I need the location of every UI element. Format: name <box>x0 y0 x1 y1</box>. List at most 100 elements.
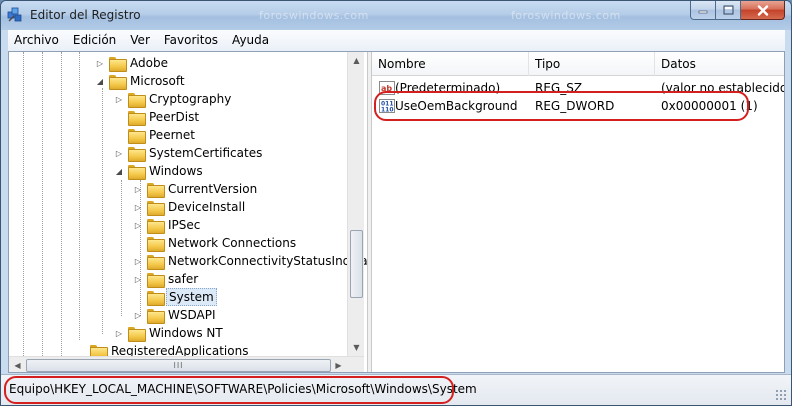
scroll-up-icon[interactable]: ▲ <box>348 52 365 69</box>
tree-item-peerdist[interactable]: PeerDist <box>114 108 201 126</box>
registry-editor-window: Editor del Registro foroswindows.com for… <box>0 0 792 406</box>
tree-item-label: CurrentVersion <box>168 182 258 196</box>
folder-icon <box>147 182 165 198</box>
menu-ver[interactable]: Ver <box>123 30 157 51</box>
tree-item-label: SystemCertificates <box>149 146 263 160</box>
tree-item-label: safer <box>168 272 199 286</box>
tree-horizontal-scroll-thumb[interactable]: III <box>26 359 331 372</box>
tree-item-label: Adobe <box>130 56 168 70</box>
menu-archivo[interactable]: Archivo <box>8 30 66 51</box>
tree-item-windows[interactable]: ◢ Windows <box>114 162 205 180</box>
scroll-grip-label: III <box>173 361 184 370</box>
collapsed-arrow-icon[interactable]: ▷ <box>133 310 143 320</box>
maximize-icon <box>723 5 733 15</box>
tree-item-label: NetworkConnectivityStatusIndicat <box>168 254 367 268</box>
tree-item-label-selected: System <box>166 288 217 306</box>
tree-item-system[interactable]: System <box>133 288 217 306</box>
collapsed-arrow-icon[interactable]: ▷ <box>95 58 105 68</box>
tree-item-systemcertificates[interactable]: ▷ SystemCertificates <box>114 144 264 162</box>
collapsed-arrow-icon[interactable]: ▷ <box>114 328 124 338</box>
highlight-annotation <box>374 91 749 121</box>
tree-guide <box>79 52 80 340</box>
tree-item-label: Windows <box>149 164 203 178</box>
tree-item-label: WSDAPI <box>168 308 216 322</box>
tree-item-label: Network Connections <box>168 236 297 250</box>
tree-horizontal-scrollbar[interactable]: ◀ III ▶ <box>9 356 364 372</box>
collapsed-arrow-icon[interactable]: ▷ <box>133 202 143 212</box>
menu-bar: Archivo Edición Ver Favoritos Ayuda <box>8 30 785 51</box>
tree-item-label: DeviceInstall <box>168 200 246 214</box>
folder-icon <box>128 110 146 126</box>
tree-item-wsdapi[interactable]: ▷ WSDAPI <box>133 306 218 324</box>
status-bar: Equipo\HKEY_LOCAL_MACHINE\SOFTWARE\Polic… <box>1 374 791 405</box>
folder-icon <box>147 200 165 216</box>
collapsed-arrow-icon[interactable]: ▷ <box>114 94 124 104</box>
folder-icon <box>128 92 146 108</box>
maximize-button[interactable] <box>716 1 741 20</box>
tree-item-label: PeerDist <box>149 110 200 124</box>
tree-guide <box>61 52 62 356</box>
collapsed-arrow-icon[interactable]: ▷ <box>133 256 143 266</box>
close-icon <box>757 4 768 16</box>
tree-item-windows-nt[interactable]: ▷ Windows NT <box>114 324 225 342</box>
tree-item-microsoft[interactable]: ◢ Microsoft <box>95 72 187 90</box>
tree-item-label: Windows NT <box>149 326 223 340</box>
column-header-tipo[interactable]: Tipo <box>529 52 655 76</box>
collapsed-arrow-icon[interactable]: ▷ <box>133 184 143 194</box>
tree-item-networkconnectivitystatusindicator[interactable]: ▷ NetworkConnectivityStatusIndicat <box>133 252 367 270</box>
tree-item-label: Microsoft <box>130 74 185 88</box>
tree-item-safer[interactable]: ▷ safer <box>133 270 200 288</box>
tree-guide <box>42 52 43 356</box>
tree-item-peernet[interactable]: Peernet <box>114 126 197 144</box>
folder-icon <box>147 290 165 306</box>
tree-item-network-connections[interactable]: Network Connections <box>133 234 298 252</box>
close-button[interactable] <box>741 1 785 20</box>
tree-vertical-scrollbar[interactable]: ▲ ▼ <box>347 52 364 356</box>
collapsed-arrow-icon[interactable]: ▷ <box>133 274 143 284</box>
tree-item-label: IPSec <box>168 218 201 232</box>
collapsed-arrow-icon[interactable]: ▷ <box>114 148 124 158</box>
scroll-right-icon[interactable]: ▶ <box>330 357 347 372</box>
tree-item-cryptography[interactable]: ▷ Cryptography <box>114 90 233 108</box>
registry-key-tree[interactable]: ▷ Adobe ◢ Microsoft ▷ Cryptography PeerD… <box>9 52 367 372</box>
menu-edicion[interactable]: Edición <box>66 30 123 51</box>
folder-icon <box>147 308 165 324</box>
expanded-arrow-icon[interactable]: ◢ <box>95 76 105 86</box>
tree-guide <box>102 88 103 334</box>
minimize-icon <box>698 10 708 14</box>
menu-ayuda[interactable]: Ayuda <box>225 30 276 51</box>
tree-item-adobe[interactable]: ▷ Adobe <box>95 54 170 72</box>
collapsed-arrow-icon[interactable]: ▷ <box>133 220 143 230</box>
expanded-arrow-icon[interactable]: ◢ <box>114 166 124 176</box>
main-content: ▷ Adobe ◢ Microsoft ▷ Cryptography PeerD… <box>8 51 785 373</box>
tree-item-label: Cryptography <box>149 92 232 106</box>
column-header-nombre[interactable]: Nombre <box>372 52 529 76</box>
folder-icon <box>128 146 146 162</box>
folder-icon <box>147 272 165 288</box>
menu-favoritos[interactable]: Favoritos <box>157 30 225 51</box>
resize-grip-icon[interactable] <box>775 389 787 401</box>
scroll-left-icon[interactable]: ◀ <box>9 357 26 372</box>
folder-icon <box>109 74 127 90</box>
scroll-down-icon[interactable]: ▼ <box>348 339 365 356</box>
tree-item-ipsec[interactable]: ▷ IPSec <box>133 216 202 234</box>
watermark-text: foroswindows.com <box>259 9 369 22</box>
tree-item-label: Peernet <box>149 128 195 142</box>
tree-vertical-scroll-thumb[interactable] <box>350 230 363 298</box>
title-bar[interactable]: Editor del Registro foroswindows.com for… <box>1 1 791 30</box>
registry-values-list[interactable]: Nombre Tipo Datos ab (Predeterminado) RE… <box>372 52 784 372</box>
tree-item-deviceinstall[interactable]: ▷ DeviceInstall <box>133 198 247 216</box>
tree-item-currentversion[interactable]: ▷ CurrentVersion <box>133 180 259 198</box>
column-header-datos[interactable]: Datos <box>655 52 784 76</box>
highlight-annotation <box>4 376 454 404</box>
minimize-button[interactable] <box>690 1 716 20</box>
window-title: Editor del Registro <box>30 8 141 22</box>
watermark-text: foroswindows.com <box>511 9 621 22</box>
tree-guide <box>23 52 24 356</box>
folder-icon <box>109 56 127 72</box>
